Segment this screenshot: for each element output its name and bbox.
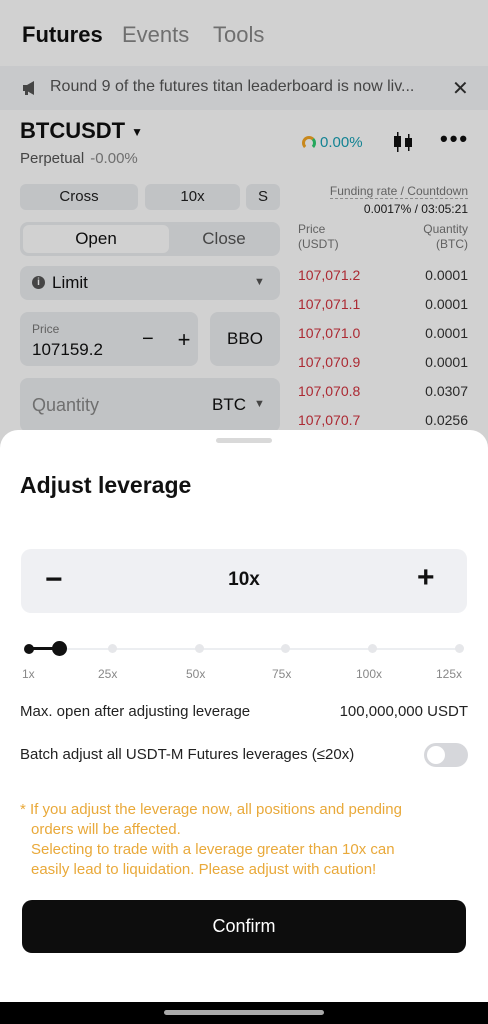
slider-stop[interactable] xyxy=(195,644,204,653)
home-indicator[interactable] xyxy=(164,1010,324,1015)
max-open-label: Max. open after adjusting leverage xyxy=(20,703,251,720)
slider-tick-label: 100x xyxy=(356,667,383,681)
slider-tick-label: 125x xyxy=(436,667,463,681)
sheet-grabber[interactable] xyxy=(216,438,272,443)
slider-start-dot xyxy=(24,644,34,654)
warning-line: Selecting to trade with a leverage great… xyxy=(31,841,395,858)
slider-track[interactable] xyxy=(28,648,460,650)
sheet-title: Adjust leverage xyxy=(20,472,192,498)
system-nav-bar xyxy=(0,1002,488,1024)
warning-line: * If you adjust the leverage now, all po… xyxy=(20,801,402,818)
slider-handle[interactable] xyxy=(52,641,67,656)
adjust-leverage-sheet: Adjust leverage − 10x + 1x 25x 50x 75x 1… xyxy=(0,430,488,1002)
batch-adjust-label: Batch adjust all USDT-M Futures leverage… xyxy=(20,746,355,763)
leverage-stepper: − 10x + xyxy=(21,549,467,613)
warning-line: easily lead to liquidation. Please adjus… xyxy=(31,861,377,878)
leverage-slider[interactable]: 1x 25x 50x 75x 100x 125x xyxy=(20,640,468,681)
warning-line: orders will be affected. xyxy=(31,821,181,838)
confirm-button[interactable]: Confirm xyxy=(22,900,466,953)
toggle-knob xyxy=(427,746,445,764)
max-open-value: 100,000,000 USDT xyxy=(339,703,468,720)
slider-tick-label: 75x xyxy=(272,667,292,681)
slider-stop[interactable] xyxy=(368,644,377,653)
leverage-value[interactable]: 10x xyxy=(21,569,467,591)
slider-stop[interactable] xyxy=(455,644,464,653)
leverage-warning: * If you adjust the leverage now, all po… xyxy=(20,800,460,880)
increase-leverage-button[interactable]: + xyxy=(417,561,435,595)
batch-adjust-toggle[interactable] xyxy=(424,743,468,767)
slider-tick-label: 50x xyxy=(186,667,206,681)
slider-stop[interactable] xyxy=(108,644,117,653)
slider-tick-label: 1x xyxy=(22,667,35,681)
slider-stop[interactable] xyxy=(281,644,290,653)
slider-tick-label: 25x xyxy=(98,667,118,681)
